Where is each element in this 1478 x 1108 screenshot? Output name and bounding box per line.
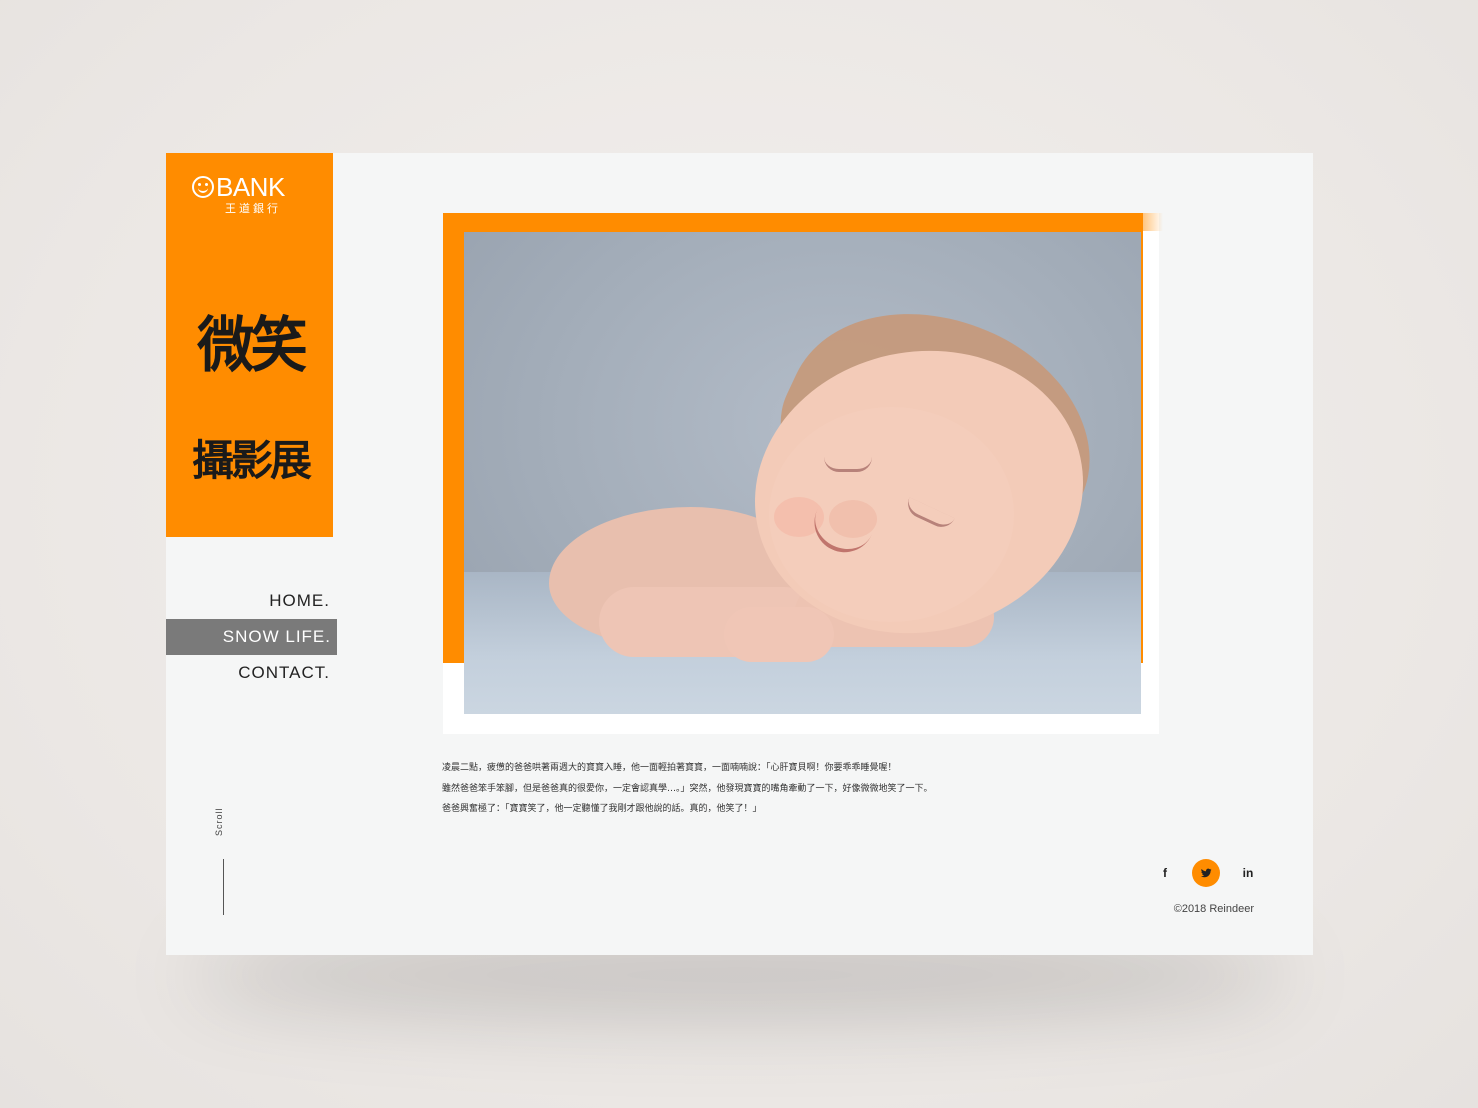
nav-item-contact[interactable]: CONTACT. xyxy=(166,655,336,691)
twitter-bird-icon xyxy=(1200,868,1212,878)
caption-line: 雖然爸爸笨手笨腳，但是爸爸真的很愛你，一定會認真學…。」突然，他發現寶寶的嘴角牽… xyxy=(442,783,933,794)
photo-caption: 凌晨二點，疲憊的爸爸哄著兩週大的寶寶入睡，他一面輕拍著寶寶，一面喃喃說：「心肝寶… xyxy=(442,758,1062,820)
nav-item-snow-life[interactable]: SNOW LIFE. xyxy=(166,619,337,655)
scroll-indicator-line xyxy=(223,859,224,915)
photo-hands xyxy=(724,607,834,662)
smile-icon xyxy=(192,176,214,198)
baby-photo xyxy=(464,232,1141,714)
logo-text: BANK xyxy=(216,172,285,202)
linkedin-icon[interactable]: in xyxy=(1234,859,1262,887)
page-card: BANK 王道銀行 微笑 攝影展 HOME. SNOW LIFE. CONTAC… xyxy=(166,153,1313,955)
twitter-icon[interactable] xyxy=(1192,859,1220,887)
nav-item-home[interactable]: HOME. xyxy=(166,583,336,619)
exhibition-subtitle: 攝影展 xyxy=(191,436,312,485)
social-links: f in xyxy=(1151,859,1261,887)
exhibition-title: 微笑 xyxy=(197,311,307,381)
caption-line: 爸爸興奮極了：「寶寶笑了，他一定聽懂了我剛才跟他說的話。真的，他笑了！」 xyxy=(442,804,762,814)
facebook-icon[interactable]: f xyxy=(1151,859,1179,887)
copyright-text: ©2018 Reindeer xyxy=(1173,903,1254,915)
logo-subtitle: 王道銀行 xyxy=(225,202,281,215)
photo-eye-left xyxy=(824,457,872,472)
scroll-indicator-label: Scroll xyxy=(214,807,224,836)
caption-line: 凌晨二點，疲憊的爸爸哄著兩週大的寶寶入睡，他一面輕拍著寶寶，一面喃喃說：「心肝寶… xyxy=(442,763,897,773)
brand-panel: BANK 王道銀行 微笑 攝影展 xyxy=(166,153,333,537)
obank-logo[interactable]: BANK 王道銀行 xyxy=(192,172,307,215)
main-nav: HOME. SNOW LIFE. CONTACT. xyxy=(166,583,337,691)
